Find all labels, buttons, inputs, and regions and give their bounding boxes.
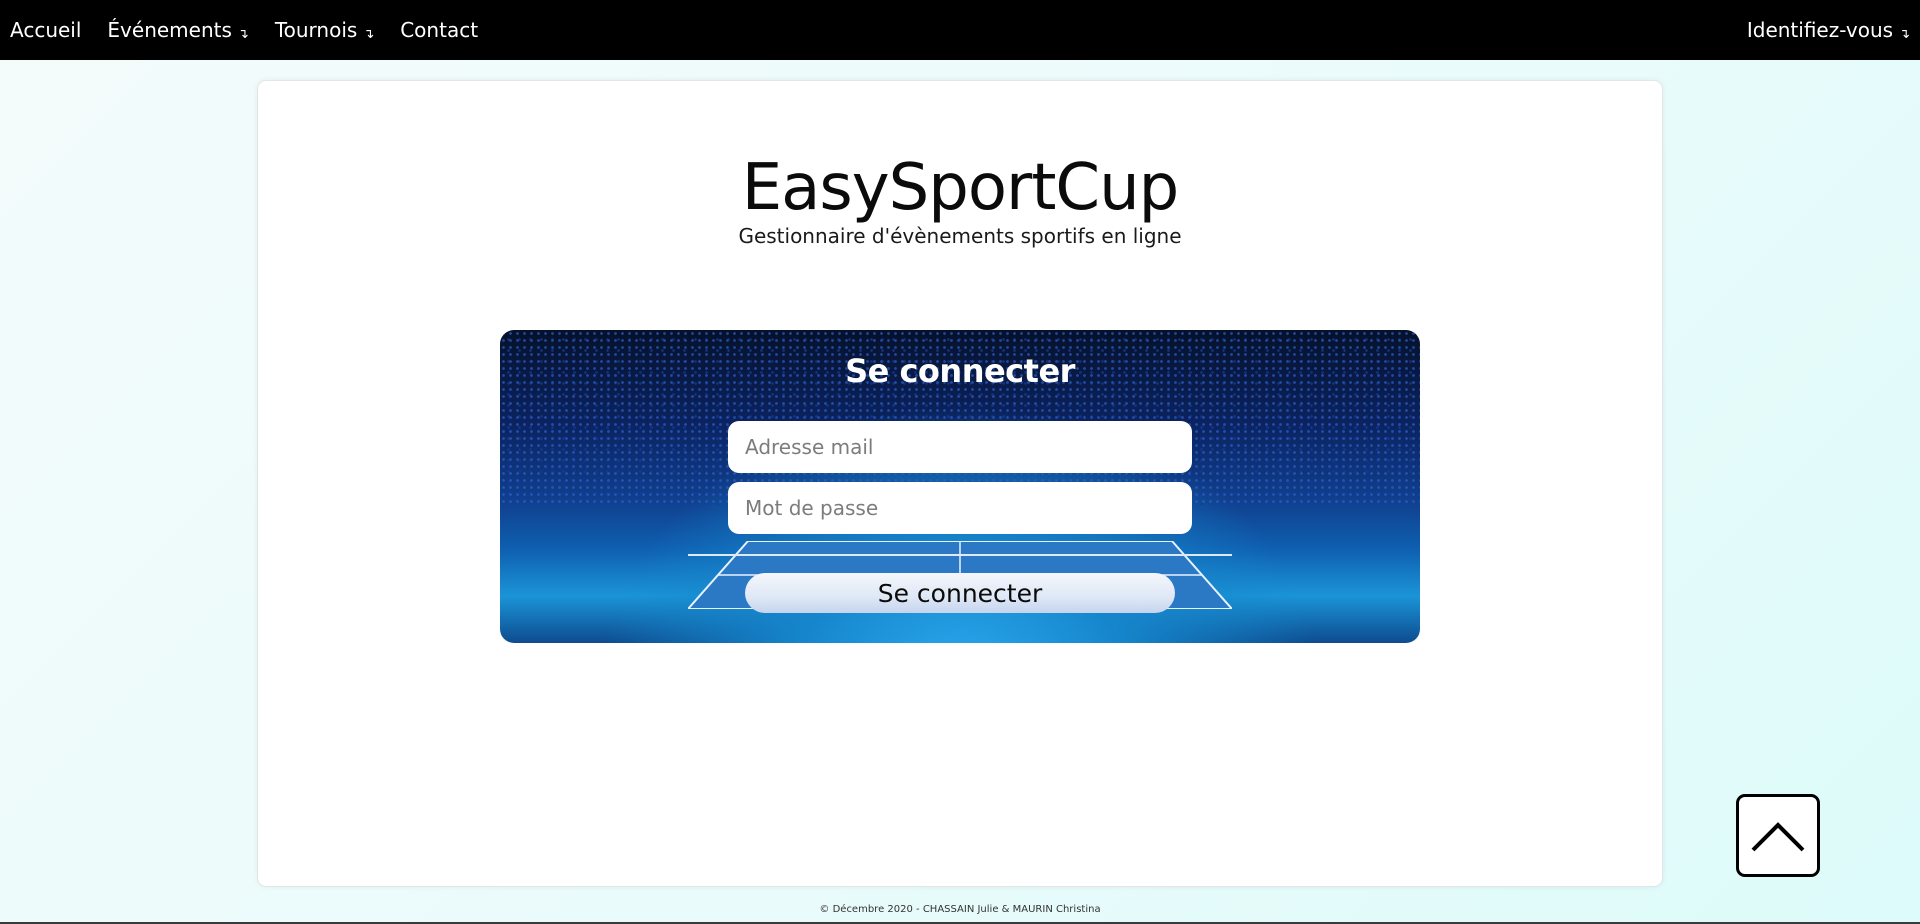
scroll-top-button[interactable] (1736, 794, 1820, 877)
site-subtitle: Gestionnaire d'évènements sportifs en li… (738, 224, 1182, 248)
nav-item-contact[interactable]: Contact (400, 18, 478, 42)
nav-item-label: Accueil (10, 18, 82, 42)
password-field[interactable] (728, 482, 1192, 534)
nav-item-label: Identifiez-vous (1746, 18, 1894, 42)
footer-copyright: © Décembre 2020 - CHASSAIN Julie & MAURI… (819, 904, 1101, 915)
main-card: EasySportCup Gestionnaire d'évènements s… (257, 80, 1663, 887)
dropdown-arrow-icon: ↴ (237, 26, 249, 42)
chevron-up-icon (1751, 821, 1805, 851)
nav-item-tournois[interactable]: Tournois ↴ (275, 18, 374, 42)
site-title: EasySportCup (741, 151, 1180, 225)
login-title: Se connecter (845, 352, 1075, 390)
login-panel: Se connecter Se connecter (500, 330, 1420, 643)
nav-menu: Accueil Événements ↴ Tournois ↴ Contact (10, 18, 478, 42)
dropdown-arrow-icon: ↴ (363, 26, 375, 42)
login-submit-button[interactable]: Se connecter (745, 573, 1175, 613)
nav-item-label: Contact (400, 18, 479, 42)
dropdown-arrow-icon: ↴ (1899, 26, 1910, 42)
nav-item-evenements[interactable]: Événements ↴ (107, 18, 248, 42)
nav-item-label: Tournois (274, 18, 358, 42)
nav-item-label: Événements (107, 18, 232, 42)
nav-item-identifiez-vous[interactable]: Identifiez-vous ↴ (1747, 18, 1910, 42)
email-field[interactable] (728, 421, 1192, 473)
top-navbar: Accueil Événements ↴ Tournois ↴ Contact … (0, 0, 1920, 60)
nav-item-accueil[interactable]: Accueil (10, 18, 81, 42)
